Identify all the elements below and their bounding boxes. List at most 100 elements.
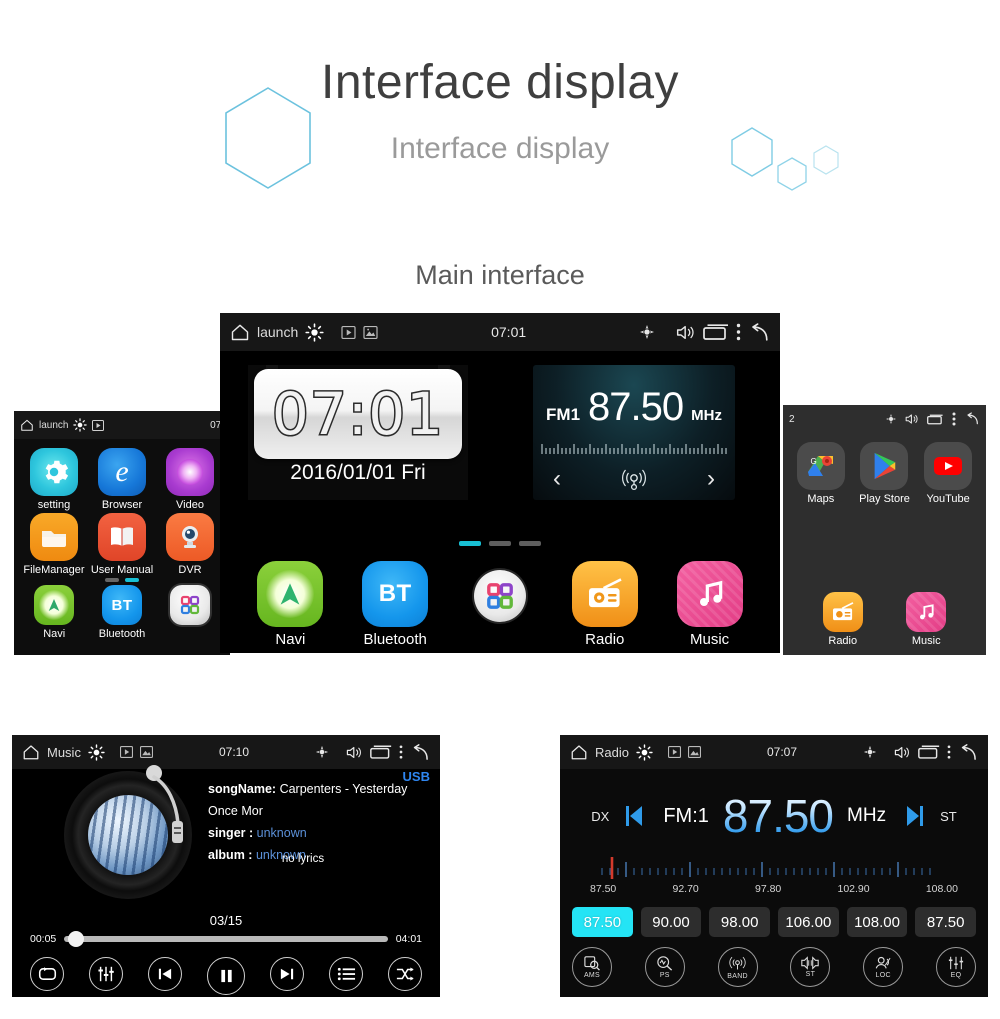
gps-icon[interactable]: [315, 745, 329, 759]
page-dot-1[interactable]: [459, 541, 481, 546]
meta-key: songName:: [208, 782, 277, 796]
home-icon[interactable]: [20, 418, 34, 432]
play-pause-button[interactable]: [207, 957, 245, 995]
band-button[interactable]: BAND: [717, 947, 758, 987]
back-icon[interactable]: [964, 412, 980, 426]
back-icon[interactable]: [958, 743, 978, 761]
dock-item-app-drawer[interactable]: [169, 585, 210, 640]
preset-button-3[interactable]: 98.00: [709, 907, 771, 937]
dock-item-music[interactable]: Music: [662, 561, 758, 648]
next-station-icon[interactable]: [900, 803, 926, 829]
app-browser[interactable]: e Browser: [88, 448, 156, 511]
stereo-button[interactable]: ST: [790, 947, 831, 987]
home-icon[interactable]: [22, 743, 40, 761]
play-icon[interactable]: [341, 325, 356, 339]
gallery-icon[interactable]: [687, 746, 701, 758]
app-video[interactable]: Video: [156, 448, 224, 511]
ps-button[interactable]: PS: [644, 947, 685, 987]
preset-button-6[interactable]: 87.50: [915, 907, 977, 937]
seek-bar[interactable]: [64, 931, 388, 947]
dock-item-music[interactable]: Music: [906, 592, 947, 647]
clock-widget[interactable]: 07:01 2016/01/01 Fri: [248, 365, 468, 500]
preset-button-1[interactable]: 87.50: [572, 907, 633, 937]
gallery-icon[interactable]: [363, 325, 378, 339]
bluetooth-icon: BT: [362, 561, 429, 627]
app-dvr[interactable]: DVR: [156, 513, 224, 576]
home-icon[interactable]: [230, 322, 250, 342]
radio-signal-icon[interactable]: [619, 464, 649, 494]
bluetooth-glyph: BT: [111, 596, 133, 614]
volume-icon[interactable]: [676, 324, 696, 341]
radio-icon: [822, 592, 863, 632]
gps-icon[interactable]: [639, 324, 655, 340]
playlist-button[interactable]: [329, 957, 363, 991]
app-play-store[interactable]: Play Store: [853, 442, 917, 505]
shuffle-button[interactable]: [388, 957, 422, 991]
dock-item-app-drawer[interactable]: [452, 561, 548, 626]
home-icon[interactable]: [570, 743, 588, 761]
page-dot-3[interactable]: [519, 541, 541, 546]
recents-icon[interactable]: [927, 414, 944, 425]
play-icon[interactable]: [119, 746, 133, 758]
radio-widget[interactable]: FM1 87.50 MHz ‹ ›: [533, 365, 735, 500]
app-youtube[interactable]: YouTube: [916, 442, 980, 505]
volume-icon[interactable]: [894, 745, 911, 760]
dock-item-bluetooth[interactable]: BT Bluetooth: [99, 585, 145, 640]
chevron-right-icon[interactable]: ›: [707, 467, 715, 491]
overflow-menu-icon[interactable]: [736, 323, 741, 341]
app-setting[interactable]: setting: [20, 448, 88, 511]
previous-station-icon[interactable]: [623, 803, 649, 829]
back-icon[interactable]: [410, 743, 430, 761]
button-label: EQ: [950, 972, 962, 979]
dock-item-bluetooth[interactable]: BT Bluetooth: [347, 561, 443, 648]
next-button[interactable]: [270, 957, 304, 991]
dock-item-radio[interactable]: Radio: [822, 592, 863, 647]
recents-icon[interactable]: [703, 324, 729, 340]
overflow-menu-icon[interactable]: [952, 412, 956, 426]
chevron-left-icon[interactable]: ‹: [553, 467, 561, 491]
preset-button-4[interactable]: 106.00: [778, 907, 839, 937]
overflow-menu-icon[interactable]: [399, 744, 403, 760]
preset-button-5[interactable]: 108.00: [846, 907, 908, 937]
left-app-grid: setting e Browser Video FileManager User…: [14, 439, 230, 576]
page-dot[interactable]: [105, 578, 119, 582]
brightness-icon[interactable]: [636, 743, 653, 761]
volume-icon[interactable]: [346, 745, 363, 760]
repeat-button[interactable]: [30, 957, 64, 991]
page-dot[interactable]: [125, 578, 139, 582]
gps-icon[interactable]: [885, 413, 897, 425]
previous-button[interactable]: [148, 957, 182, 991]
play-icon[interactable]: [92, 419, 105, 431]
app-user-manual[interactable]: User Manual: [88, 513, 156, 576]
app-drawer-icon: [473, 570, 526, 622]
recents-icon[interactable]: [918, 745, 940, 759]
loc-button[interactable]: LOC: [863, 947, 904, 987]
preset-button-2[interactable]: 90.00: [640, 907, 702, 937]
back-icon[interactable]: [748, 322, 770, 342]
gallery-icon[interactable]: [139, 746, 153, 758]
dock-item-navi[interactable]: Navi: [242, 561, 338, 648]
app-drawer-icon: [169, 585, 210, 625]
dock-item-navi[interactable]: Navi: [34, 585, 75, 640]
volume-icon[interactable]: [905, 413, 919, 425]
brightness-icon[interactable]: [73, 418, 88, 432]
brightness-icon[interactable]: [305, 322, 324, 342]
overflow-menu-icon[interactable]: [947, 744, 951, 760]
scale-label: 92.70: [672, 883, 699, 895]
seek-knob[interactable]: [67, 931, 84, 947]
scale-label: 87.50: [590, 883, 617, 895]
ams-button[interactable]: AMS: [572, 947, 612, 987]
page-dot-2[interactable]: [489, 541, 511, 546]
app-filemanager[interactable]: FileManager: [20, 513, 88, 576]
play-icon[interactable]: [667, 746, 681, 758]
app-maps[interactable]: G Maps: [789, 442, 853, 505]
eq-button[interactable]: EQ: [935, 947, 976, 987]
equalizer-button[interactable]: [89, 957, 123, 991]
recents-icon[interactable]: [370, 745, 392, 759]
radio-tuner-scale[interactable]: [598, 857, 950, 883]
scale-label: 108.00: [925, 883, 958, 895]
app-label: User Manual: [90, 564, 154, 576]
gps-icon[interactable]: [863, 745, 877, 759]
brightness-icon[interactable]: [88, 743, 105, 761]
dock-item-radio[interactable]: Radio: [557, 561, 653, 648]
